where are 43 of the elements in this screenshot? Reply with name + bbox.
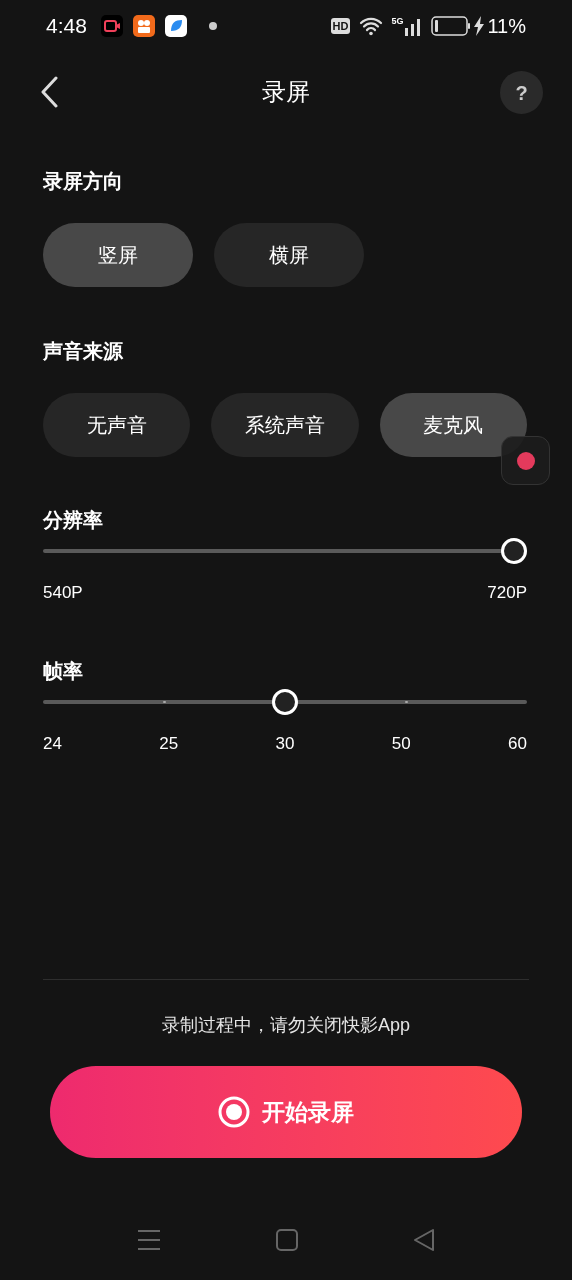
section-title: 声音来源 — [43, 339, 124, 364]
section-title: 帧率 — [43, 659, 84, 684]
option-button[interactable]: 横屏 — [214, 223, 364, 287]
slider-label: 24 — [43, 733, 62, 755]
app-icon — [164, 15, 187, 37]
home-icon[interactable] — [276, 1229, 298, 1251]
slider-label: 540P — [43, 582, 83, 604]
option-button[interactable]: 无声音 — [43, 393, 191, 457]
option-button[interactable]: 麦克风 — [379, 393, 527, 457]
page-title: 录屏 — [262, 77, 310, 107]
hd-badge: HD — [330, 18, 351, 34]
status-time: 4:48 — [46, 13, 87, 40]
slider[interactable] — [43, 689, 527, 715]
battery-icon — [431, 16, 472, 36]
floating-record-button[interactable] — [501, 436, 550, 485]
slider-label: 30 — [275, 733, 295, 755]
wifi-icon — [359, 16, 384, 36]
slider-thumb[interactable] — [501, 538, 527, 564]
record-icon — [218, 1096, 250, 1128]
video-app-icon — [100, 15, 123, 37]
section-title: 分辨率 — [43, 508, 104, 533]
section-title: 录屏方向 — [43, 169, 124, 194]
slider-label: 25 — [159, 733, 179, 755]
record-dot-icon — [516, 451, 535, 470]
charging-icon — [473, 16, 486, 36]
option-button[interactable]: 竖屏 — [43, 223, 193, 287]
slider-label: 60 — [508, 733, 527, 755]
help-button[interactable]: ? — [500, 71, 543, 114]
network-type: 5G — [391, 16, 404, 26]
slider[interactable] — [43, 538, 527, 564]
back-nav-icon[interactable] — [412, 1228, 435, 1252]
battery-percent: 11% — [487, 14, 526, 39]
back-icon — [40, 76, 58, 108]
menu-icon[interactable] — [137, 1229, 162, 1251]
option-button[interactable]: 系统声音 — [211, 393, 359, 457]
notice-text: 录制过程中，请勿关闭快影App — [161, 1014, 411, 1036]
slider-label: 720P — [487, 582, 527, 604]
slider-label: 50 — [391, 733, 411, 755]
slider-thumb[interactable] — [272, 689, 298, 715]
app-icon — [132, 15, 155, 37]
notification-dot-icon — [208, 22, 217, 30]
start-recording-button[interactable]: 开始录屏 — [50, 1066, 522, 1158]
signal-icon — [405, 16, 422, 36]
